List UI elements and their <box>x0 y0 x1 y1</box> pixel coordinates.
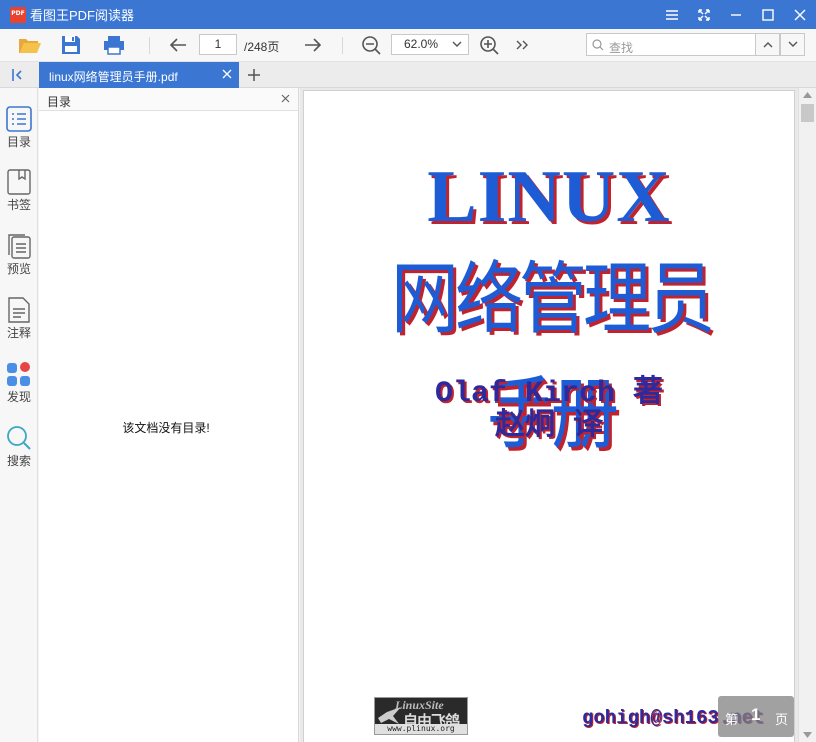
close-window-button[interactable] <box>784 0 816 29</box>
search-placeholder: 查找 <box>609 41 634 55</box>
zoom-in-icon <box>480 36 499 55</box>
next-page-button[interactable] <box>299 33 327 57</box>
arrow-left-icon <box>169 38 186 52</box>
thumbnails-icon <box>8 234 31 259</box>
tab-bar: linux网络管理员手册.pdf <box>0 62 816 88</box>
minimize-icon <box>731 13 741 16</box>
zoom-out-icon <box>362 36 381 55</box>
zoom-in-button[interactable] <box>475 33 503 57</box>
toc-panel: 目录 该文档没有目录! <box>39 88 299 742</box>
page-badge-suffix: 页 <box>775 712 789 727</box>
rail-label: 搜索 <box>6 454 31 468</box>
search-icon <box>7 426 31 450</box>
toc-empty-message: 该文档没有目录! <box>122 421 210 435</box>
open-file-button[interactable] <box>16 33 44 57</box>
apps-icon <box>7 362 30 386</box>
more-tools-button[interactable] <box>508 33 536 57</box>
zoom-select[interactable]: 62.0% <box>391 34 469 55</box>
search-previous-button[interactable] <box>755 33 780 56</box>
toc-list-icon <box>6 106 32 132</box>
toc-title: 目录 <box>47 95 72 109</box>
fullscreen-icon <box>698 8 710 21</box>
bookmark-icon <box>7 169 31 195</box>
document-view[interactable]: LINUX 网络管理员手册 Olaf Kirch 著 赵炯 译 LinuxSit… <box>300 88 816 742</box>
doc-title-chinese: 网络管理员手册 <box>390 254 715 461</box>
rail-item-search[interactable]: 搜索 <box>0 425 38 481</box>
open-folder-icon <box>19 39 41 53</box>
fullscreen-button[interactable] <box>688 0 720 29</box>
hamburger-icon <box>666 9 678 20</box>
close-icon[interactable] <box>281 94 290 103</box>
zoom-out-button[interactable] <box>357 33 385 57</box>
rail-item-toc[interactable]: 目录 <box>0 106 38 162</box>
page-total-label: /248页 <box>244 40 280 54</box>
document-tab[interactable]: linux网络管理员手册.pdf <box>39 62 239 88</box>
rail-label: 发现 <box>6 390 31 404</box>
doc-translator: 赵炯 译 <box>494 410 603 444</box>
page-badge-prefix: 第 <box>725 712 739 727</box>
sidebar-rail: 目录 书签 预览 注释 发现 搜索 <box>0 88 38 742</box>
toolbar-separator <box>149 37 150 54</box>
site-logo-url: www.plinux.org <box>375 724 467 734</box>
rail-label: 预览 <box>6 262 31 276</box>
toolbar-separator <box>342 37 343 54</box>
zoom-value: 62.0% <box>404 37 439 51</box>
window-controls <box>656 0 816 29</box>
app-logo-icon <box>10 6 26 23</box>
save-button[interactable] <box>57 33 85 57</box>
close-icon[interactable] <box>222 69 232 79</box>
maximize-icon <box>762 8 774 21</box>
tab-label: linux网络管理员手册.pdf <box>49 70 178 84</box>
rail-item-bookmarks[interactable]: 书签 <box>0 169 38 225</box>
maximize-button[interactable] <box>752 0 784 29</box>
annotation-icon <box>8 297 30 323</box>
plus-icon <box>248 69 260 81</box>
collapse-left-icon <box>12 69 22 81</box>
rail-label: 书签 <box>6 198 31 212</box>
collapse-sidebar-button[interactable] <box>10 67 28 83</box>
menu-button[interactable] <box>656 0 688 29</box>
rail-item-annotations[interactable]: 注释 <box>0 297 38 353</box>
scroll-thumb[interactable] <box>801 104 814 122</box>
vertical-scrollbar[interactable] <box>798 88 816 742</box>
more-icon <box>516 40 528 50</box>
page-badge-number: 1 <box>751 705 761 724</box>
close-icon <box>794 9 806 20</box>
search-next-button[interactable] <box>780 33 805 56</box>
chevron-down-icon <box>788 41 797 47</box>
print-icon <box>104 36 124 55</box>
rail-item-preview[interactable]: 预览 <box>0 233 38 289</box>
save-icon <box>62 36 80 54</box>
rail-label: 目录 <box>6 135 31 149</box>
pdf-page: LINUX 网络管理员手册 Olaf Kirch 著 赵炯 译 LinuxSit… <box>303 90 795 742</box>
title-bar: 看图王PDF阅读器 <box>0 0 816 29</box>
minimize-button[interactable] <box>720 0 752 29</box>
site-logo: LinuxSite 自由飞鸽 www.plinux.org <box>374 697 468 735</box>
search-icon <box>592 39 604 51</box>
page-indicator-badge: 第 1 页 <box>718 696 794 737</box>
previous-page-button[interactable] <box>164 33 192 57</box>
scroll-down-icon[interactable] <box>803 732 812 738</box>
app-title: 看图王PDF阅读器 <box>30 8 135 23</box>
chevron-down-icon <box>452 41 462 47</box>
doc-author: Olaf Kirch 著 <box>434 377 664 411</box>
doc-title-english: LINUX <box>427 156 671 238</box>
chevron-up-icon <box>763 42 772 48</box>
rail-item-discover[interactable]: 发现 <box>0 361 38 417</box>
search-input[interactable]: 查找 <box>586 33 756 56</box>
scroll-up-icon[interactable] <box>803 92 812 98</box>
toc-header: 目录 <box>39 88 298 111</box>
print-button[interactable] <box>100 33 128 57</box>
toolbar: 1 /248页 62.0% 查找 <box>0 29 816 62</box>
new-tab-button[interactable] <box>246 67 262 83</box>
page-number-input[interactable]: 1 <box>199 34 237 55</box>
rail-label: 注释 <box>6 326 31 340</box>
arrow-right-icon <box>305 38 322 52</box>
